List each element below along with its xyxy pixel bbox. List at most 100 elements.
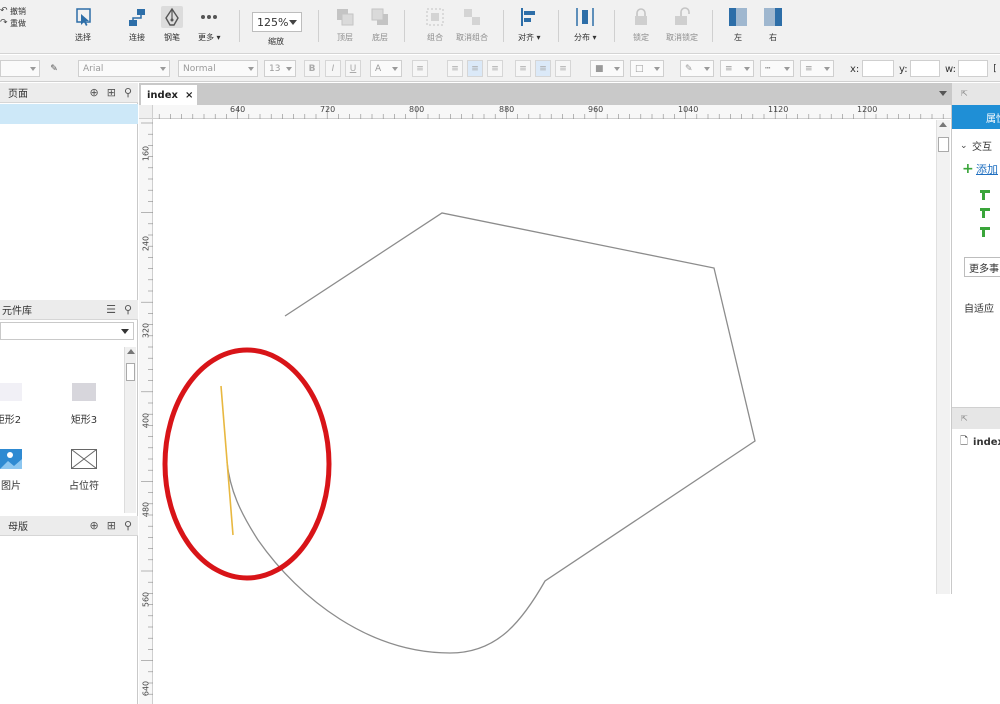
keep-ratio-icon[interactable]: [	[990, 60, 1000, 77]
widget-rectangle3[interactable]: 矩形3	[64, 383, 104, 426]
line-style-select[interactable]: ┅	[760, 60, 794, 77]
bold-icon[interactable]: B	[304, 60, 320, 77]
italic-icon[interactable]: I	[325, 60, 341, 77]
chevron-down-icon	[824, 67, 830, 71]
unlock-button[interactable]: 取消锁定	[666, 6, 698, 43]
search-icon[interactable]: ⚲	[124, 86, 132, 99]
panel-right-icon	[762, 6, 784, 28]
scroll-up-icon	[939, 122, 947, 127]
ruler-corner	[139, 105, 153, 119]
image-icon	[0, 449, 22, 469]
widget-placeholder[interactable]: 占位符	[64, 449, 104, 492]
bullet-list-icon[interactable]: ≡	[412, 60, 428, 77]
align-right-icon[interactable]: ≡	[487, 60, 503, 77]
left-panel-toggle-button[interactable]: 左	[727, 6, 749, 43]
scrollbar-thumb[interactable]	[126, 363, 135, 381]
add-folder-icon[interactable]: ⊞	[107, 86, 116, 99]
tab-index[interactable]: index ×	[141, 85, 197, 105]
add-master-icon[interactable]: ⊕	[90, 519, 99, 532]
chevron-down-icon	[248, 67, 254, 71]
undo-button[interactable]: ↶ 撤销	[0, 5, 40, 17]
expand-icon[interactable]: ⇱	[961, 89, 968, 98]
library-select[interactable]	[0, 322, 134, 340]
connect-tool-button[interactable]: 连接	[126, 6, 148, 43]
right-panel-toggle-button[interactable]: 右	[762, 6, 784, 43]
more-tools-button[interactable]: 更多 ▾	[198, 6, 221, 43]
font-color-select[interactable]: A	[370, 60, 402, 77]
align-center-icon[interactable]: ≡	[467, 60, 483, 77]
pen-tool-button[interactable]: 钢笔	[161, 6, 183, 43]
library-panel-title: 元件库	[2, 306, 32, 317]
add-case-link[interactable]: + 添加	[962, 161, 998, 177]
widget-rectangle2[interactable]: 矩形2	[0, 383, 22, 426]
ruler-label: 160	[141, 145, 151, 162]
select-tool-button[interactable]: 选择	[72, 6, 94, 43]
expand-icon[interactable]: ⇱	[961, 414, 968, 423]
close-icon[interactable]: ×	[185, 90, 193, 101]
toolbar-divider	[239, 10, 240, 42]
interaction-section-header[interactable]: ⌄ 交互	[960, 138, 992, 154]
bring-front-icon	[334, 6, 356, 28]
pages-panel-header: 页面 ⊕ ⊞ ⚲	[0, 83, 138, 103]
design-canvas[interactable]	[154, 120, 936, 704]
select-icon	[72, 6, 94, 28]
chevron-down-icon	[392, 67, 398, 71]
shadow-select[interactable]: □	[630, 60, 664, 77]
inspector-header: ⇱	[952, 83, 1000, 105]
canvas-scrollbar[interactable]	[936, 120, 950, 594]
align-left-icon[interactable]: ≡	[447, 60, 463, 77]
x-input[interactable]	[862, 60, 894, 77]
onclick-event-icon[interactable]	[979, 189, 993, 201]
search-icon[interactable]: ⚲	[124, 519, 132, 532]
search-icon[interactable]: ⚲	[124, 303, 132, 316]
valign-top-icon[interactable]: ≡	[515, 60, 531, 77]
menu-icon[interactable]: ☰	[106, 303, 116, 316]
ondoubleclick-event-icon[interactable]	[979, 226, 993, 238]
bring-to-front-button[interactable]: 顶层	[334, 6, 356, 43]
send-to-back-button[interactable]: 底层	[369, 6, 391, 43]
scrollbar-thumb[interactable]	[938, 137, 949, 152]
font-size-select[interactable]: 13	[264, 60, 296, 77]
chevron-down-icon[interactable]	[939, 91, 947, 96]
left-panel: 页面 ⊕ ⊞ ⚲ 元件库 ☰ ⚲ 矩形2 矩形3 图片 占位符 母版	[0, 83, 138, 704]
line-width-select[interactable]: ≡	[720, 60, 754, 77]
ruler-label: 1120	[768, 105, 789, 114]
undo-redo-group: ↶ 撤销 ↷ 重做	[0, 5, 40, 29]
font-style-select[interactable]: Normal	[178, 60, 258, 77]
library-scrollbar[interactable]	[124, 347, 136, 513]
page-list-item-selected[interactable]	[0, 104, 138, 124]
outline-page-item[interactable]: 🗋 index	[960, 434, 1000, 451]
tab-properties[interactable]: 属性	[952, 105, 1000, 129]
valign-bottom-icon[interactable]: ≡	[555, 60, 571, 77]
toolbar-divider	[404, 10, 405, 42]
widget-image[interactable]: 图片	[0, 449, 22, 492]
line-color-select[interactable]: ✎	[680, 60, 714, 77]
arrow-style-select[interactable]: ≡	[800, 60, 834, 77]
valign-middle-icon[interactable]: ≡	[535, 60, 551, 77]
fill-color-select[interactable]: ■	[590, 60, 624, 77]
underline-icon[interactable]: U	[345, 60, 361, 77]
add-folder-icon[interactable]: ⊞	[107, 519, 116, 532]
line-style-icon: ┅	[765, 63, 771, 74]
adaptive-label: 自适应	[964, 304, 994, 315]
font-family-select[interactable]: Arial	[78, 60, 170, 77]
w-input[interactable]	[958, 60, 988, 77]
distribute-button[interactable]: 分布 ▾	[574, 6, 597, 43]
ungroup-button[interactable]: 取消组合	[456, 6, 488, 43]
y-input[interactable]	[910, 60, 940, 77]
onmousemove-event-icon[interactable]	[979, 207, 993, 219]
style-select[interactable]	[0, 60, 40, 77]
zoom-select[interactable]: 125%	[252, 12, 302, 32]
toolbar-divider	[614, 10, 615, 42]
align-button[interactable]: 对齐 ▾	[518, 6, 541, 43]
more-events-button[interactable]: 更多事	[964, 257, 1000, 277]
format-painter-icon[interactable]: ✎	[46, 60, 62, 77]
ruler-label: 960	[588, 105, 604, 114]
chevron-down-icon: ⌄	[960, 140, 968, 151]
connect-icon	[126, 6, 148, 28]
add-page-icon[interactable]: ⊕	[90, 86, 99, 99]
group-button[interactable]: 组合	[424, 6, 446, 43]
redo-button[interactable]: ↷ 重做	[0, 17, 40, 29]
toolbar-divider	[712, 10, 713, 42]
lock-button[interactable]: 锁定	[630, 6, 652, 43]
